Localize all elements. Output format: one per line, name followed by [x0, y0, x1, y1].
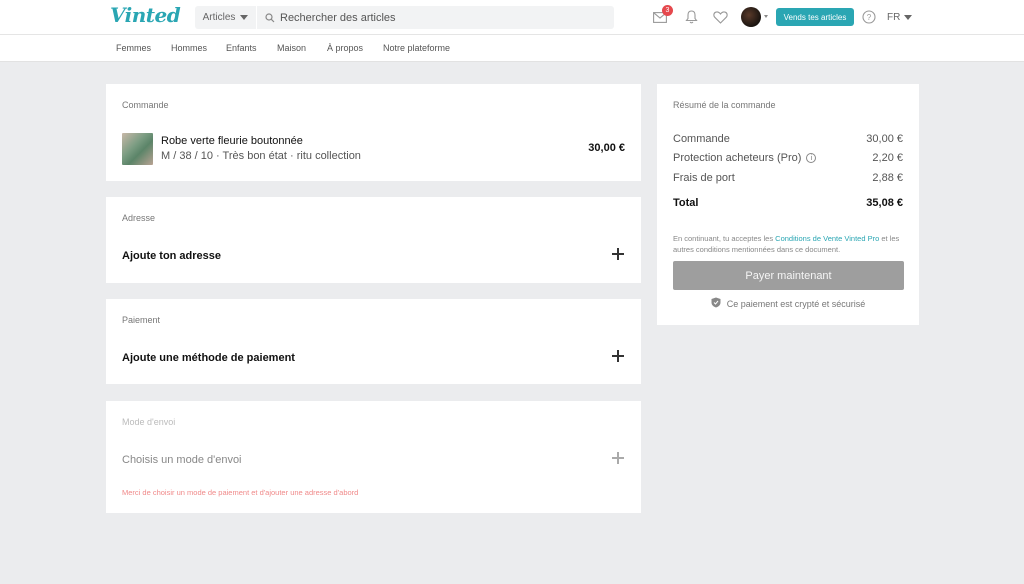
help-icon[interactable]: ?	[861, 9, 877, 25]
info-icon[interactable]: i	[806, 153, 817, 164]
svg-text:?: ?	[867, 13, 872, 22]
secure-payment-note: Ce paiement est crypté et sécurisé	[657, 297, 919, 310]
pay-now-button[interactable]: Payer maintenant	[673, 261, 904, 290]
address-card-title: Adresse	[122, 213, 156, 223]
chevron-down-icon	[904, 15, 913, 20]
summary-row-shipping: Frais de port 2,88 €	[673, 172, 903, 184]
summary-row-total: Total 35,08 €	[673, 197, 903, 209]
order-card: Commande Robe verte fleurie boutonnée M …	[106, 84, 641, 181]
search-category-label: Articles	[202, 12, 236, 23]
summary-row-value: 2,20 €	[872, 152, 903, 164]
item-thumbnail	[122, 133, 153, 165]
nav-item-notre-plateforme[interactable]: Notre plateforme	[383, 43, 450, 53]
chevron-down-icon[interactable]	[764, 15, 768, 18]
shipping-card-title: Mode d'envoi	[122, 417, 176, 427]
search-input[interactable]	[280, 11, 600, 24]
item-details: M / 38 / 10 · Très bon état · ritu colle…	[161, 150, 361, 162]
total-label: Total	[673, 197, 699, 209]
category-nav: Femmes Hommes Enfants Maison À propos No…	[0, 35, 1024, 62]
heart-icon[interactable]	[712, 9, 728, 25]
shield-icon	[711, 297, 721, 310]
nav-item-enfants[interactable]: Enfants	[226, 43, 257, 53]
bell-icon[interactable]	[683, 9, 699, 25]
shipping-card: Mode d'envoi Choisis un mode d'envoi Mer…	[106, 401, 641, 513]
order-summary-card: Résumé de la commande Commande 30,00 € P…	[657, 84, 919, 325]
nav-item-a-propos[interactable]: À propos	[327, 43, 363, 53]
nav-item-maison[interactable]: Maison	[277, 43, 306, 53]
shipping-error-message: Merci de choisir un mode de paiement et …	[122, 488, 359, 497]
summary-row-value: 2,88 €	[872, 172, 903, 184]
search-category-dropdown[interactable]: Articles	[195, 6, 257, 29]
plus-icon[interactable]	[612, 248, 624, 260]
item-price: 30,00 €	[588, 142, 625, 154]
search-bar: Articles	[195, 6, 614, 29]
summary-row-order: Commande 30,00 €	[673, 133, 903, 145]
language-selector[interactable]: FR	[887, 12, 913, 23]
avatar[interactable]	[741, 7, 761, 27]
summary-row-label: Protection acheteurs (Pro)	[673, 152, 802, 164]
vinted-logo[interactable]: Vinted	[110, 3, 181, 27]
payment-card[interactable]: Paiement Ajoute une méthode de paiement	[106, 299, 641, 384]
plus-icon[interactable]	[612, 350, 624, 362]
item-name: Robe verte fleurie boutonnée	[161, 135, 303, 147]
order-card-title: Commande	[122, 100, 169, 110]
summary-row-label: Commande	[673, 133, 730, 145]
terms-link[interactable]: Conditions de Vente Vinted Pro	[775, 234, 879, 243]
inbox-count-badge: 3	[662, 5, 673, 16]
nav-item-hommes[interactable]: Hommes	[171, 43, 207, 53]
chevron-down-icon	[240, 15, 249, 20]
payment-card-title: Paiement	[122, 315, 161, 325]
summary-row-protection: Protection acheteurs (Pro) i 2,20 €	[673, 152, 903, 164]
address-card[interactable]: Adresse Ajoute ton adresse	[106, 197, 641, 283]
summary-row-value: 30,00 €	[866, 133, 903, 145]
summary-row-label: Frais de port	[673, 172, 735, 184]
add-payment-method-label[interactable]: Ajoute une méthode de paiement	[122, 352, 295, 364]
search-icon	[265, 12, 276, 23]
total-value: 35,08 €	[866, 197, 903, 209]
legal-notice: En continuant, tu acceptes les Condition…	[673, 234, 900, 254]
top-header: Vinted Articles 3 Vends tes articles ? F…	[0, 0, 1024, 35]
secure-payment-text: Ce paiement est crypté et sécurisé	[726, 298, 866, 309]
summary-title: Résumé de la commande	[673, 100, 776, 110]
language-label: FR	[887, 12, 901, 23]
nav-item-femmes[interactable]: Femmes	[116, 43, 151, 53]
choose-shipping-label: Choisis un mode d'envoi	[122, 454, 242, 466]
sell-items-button[interactable]: Vends tes articles	[776, 8, 854, 26]
add-address-label[interactable]: Ajoute ton adresse	[122, 250, 221, 262]
plus-icon	[612, 452, 624, 464]
